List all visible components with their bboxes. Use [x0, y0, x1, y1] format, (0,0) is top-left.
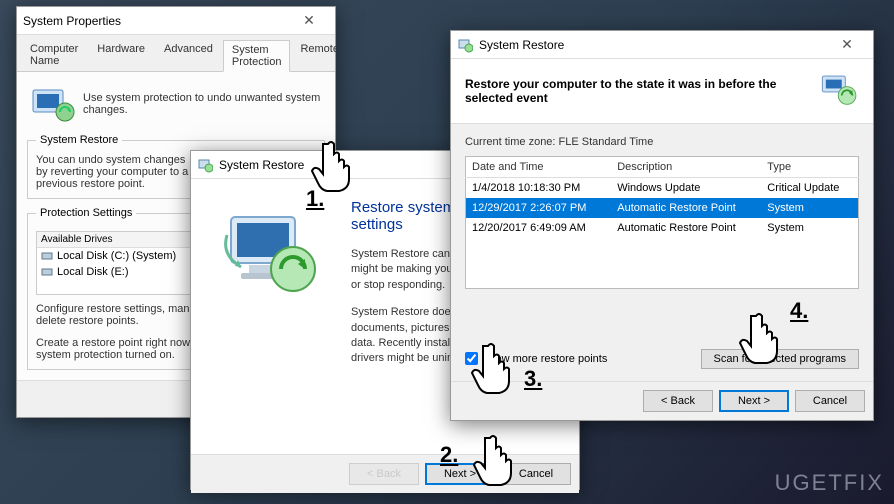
table-row[interactable]: 1/4/2018 10:18:30 PM Windows Update Crit… — [466, 178, 859, 199]
cell-desc: Automatic Restore Point — [611, 218, 761, 238]
table-row[interactable]: 12/20/2017 6:49:09 AM Automatic Restore … — [466, 218, 859, 238]
window-title: System Restore — [479, 38, 564, 52]
tab-hardware[interactable]: Hardware — [88, 39, 154, 71]
system-restore-wizard-2: System Restore ✕ Restore your computer t… — [450, 30, 874, 421]
system-restore-legend: System Restore — [36, 134, 122, 146]
col-type[interactable]: Type — [761, 157, 858, 178]
protection-legend: Protection Settings — [36, 207, 136, 219]
cell-desc: Automatic Restore Point — [611, 198, 761, 218]
restore-art-icon — [817, 69, 859, 113]
cancel-button[interactable]: Cancel — [501, 463, 571, 485]
next-button[interactable]: Next > — [719, 390, 789, 412]
cell-date: 12/20/2017 6:49:09 AM — [466, 218, 612, 238]
restore-icon — [457, 37, 473, 53]
cell-type: Critical Update — [761, 178, 858, 199]
scan-affected-button[interactable]: Scan for affected programs — [701, 349, 859, 369]
col-desc[interactable]: Description — [611, 157, 761, 178]
wizard-header: Restore your computer to the state it wa… — [451, 59, 873, 124]
button-row: < Back Next > Cancel — [451, 381, 873, 420]
back-button[interactable]: < Back — [643, 390, 713, 412]
tab-advanced[interactable]: Advanced — [155, 39, 222, 71]
show-more-input[interactable] — [465, 352, 478, 365]
table-row-selected[interactable]: 12/29/2017 2:26:07 PM Automatic Restore … — [466, 198, 859, 218]
drive-label: Local Disk (E:) — [57, 266, 129, 278]
window-title: System Restore — [219, 158, 304, 172]
restore-art-icon — [211, 199, 331, 309]
table-row — [466, 238, 859, 288]
show-more-checkbox[interactable]: Show more restore points — [465, 352, 607, 365]
timezone-label: Current time zone: FLE Standard Time — [465, 136, 859, 148]
cell-type: System — [761, 218, 858, 238]
restore-icon — [197, 157, 213, 173]
tab-system-protection[interactable]: System Protection — [223, 40, 291, 72]
protection-icon — [27, 82, 75, 126]
watermark: UGETFIX — [775, 470, 884, 496]
restore-points-table[interactable]: Date and Time Description Type 1/4/2018 … — [465, 156, 859, 289]
tab-remote[interactable]: Remote — [291, 39, 348, 71]
drive-label: Local Disk (C:) (System) — [57, 250, 176, 262]
hint-text: Use system protection to undo unwanted s… — [83, 92, 325, 116]
titlebar: System Properties ✕ — [17, 7, 335, 35]
disk-icon — [41, 250, 53, 262]
wizard-sidebar — [191, 179, 351, 454]
button-row: < Back Next > Cancel — [191, 454, 579, 493]
window-title: System Properties — [23, 14, 121, 28]
close-button[interactable]: ✕ — [289, 9, 329, 33]
tab-computer-name[interactable]: Computer Name — [21, 39, 87, 71]
cell-date: 1/4/2018 10:18:30 PM — [466, 178, 612, 199]
cancel-button[interactable]: Cancel — [795, 390, 865, 412]
col-date[interactable]: Date and Time — [466, 157, 612, 178]
back-button: < Back — [349, 463, 419, 485]
wizard-body: Current time zone: FLE Standard Time Dat… — [451, 124, 873, 381]
close-button[interactable]: ✕ — [827, 33, 867, 57]
wizard-heading: Restore your computer to the state it wa… — [465, 77, 817, 105]
cell-type: System — [761, 198, 858, 218]
titlebar: System Restore ✕ — [451, 31, 873, 59]
next-button[interactable]: Next > — [425, 463, 495, 485]
cell-date: 12/29/2017 2:26:07 PM — [466, 198, 612, 218]
disk-icon — [41, 266, 53, 278]
tabs: Computer Name Hardware Advanced System P… — [17, 35, 335, 72]
restore-text: You can undo system changes by reverting… — [36, 154, 195, 190]
cell-desc: Windows Update — [611, 178, 761, 199]
show-more-label: Show more restore points — [482, 353, 607, 365]
